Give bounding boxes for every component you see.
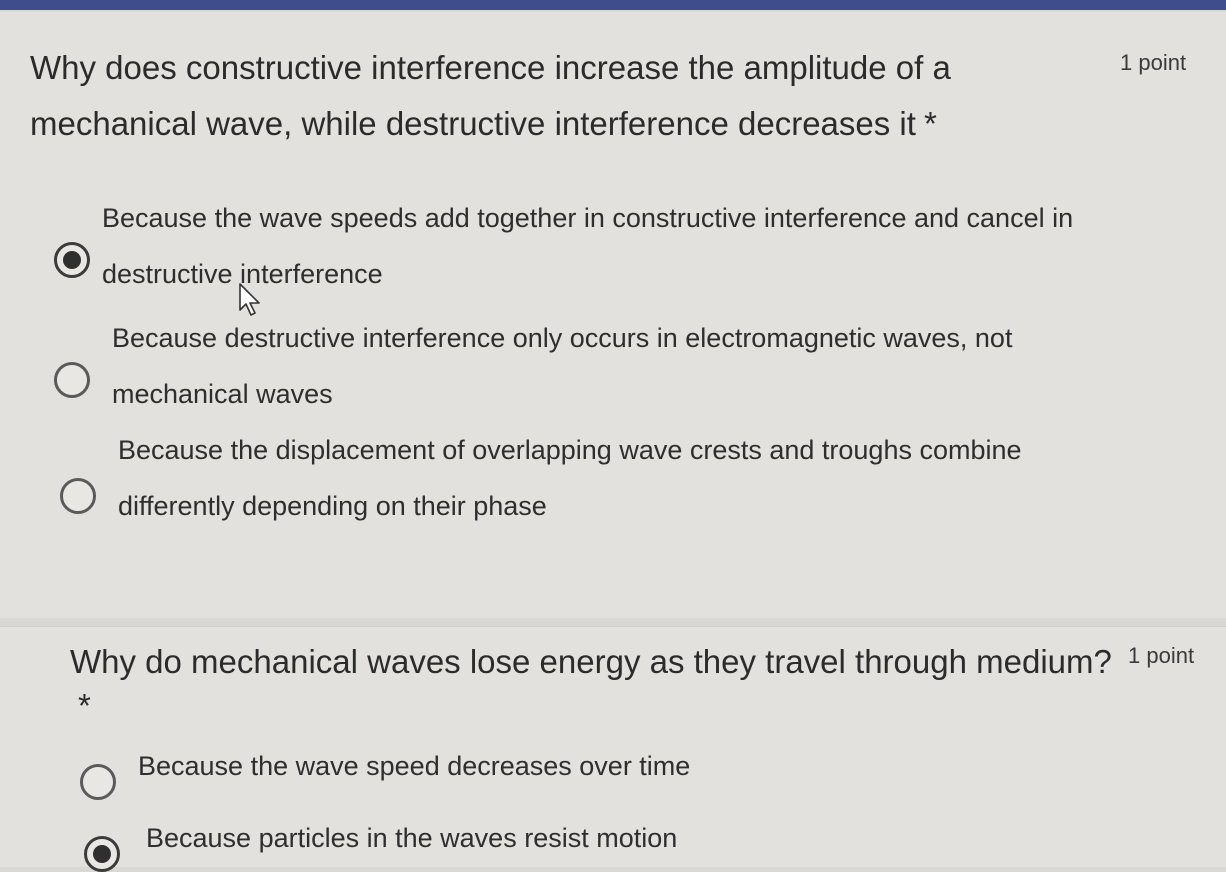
radio-button-selected[interactable]: [84, 836, 120, 872]
mouse-pointer-icon: [239, 283, 260, 316]
option-label: Because the wave speed decreases over ti…: [138, 751, 691, 781]
required-asterisk: *: [78, 687, 91, 724]
question-2-points: 1 point: [1128, 643, 1195, 668]
question-1-points: 1 point: [1120, 50, 1187, 75]
radio-button[interactable]: [54, 362, 90, 398]
question-1-text: Why does constructive interference incre…: [30, 49, 951, 142]
option-label: Because particles in the waves resist mo…: [146, 823, 678, 853]
option-label: Because destructive interference only oc…: [112, 323, 1013, 409]
radio-button-selected[interactable]: [54, 242, 90, 278]
form-header-accent-bar: [0, 0, 1226, 10]
radio-button[interactable]: [60, 478, 96, 514]
option-label: Because the displacement of overlapping …: [118, 435, 1022, 521]
question-2-title: Why do mechanical waves lose energy as t…: [70, 640, 1120, 728]
question-1-title: Why does constructive interference incre…: [30, 40, 1090, 152]
radio-button[interactable]: [80, 764, 116, 800]
question-2-text: Why do mechanical waves lose energy as t…: [70, 643, 1112, 680]
required-asterisk: *: [923, 105, 937, 142]
